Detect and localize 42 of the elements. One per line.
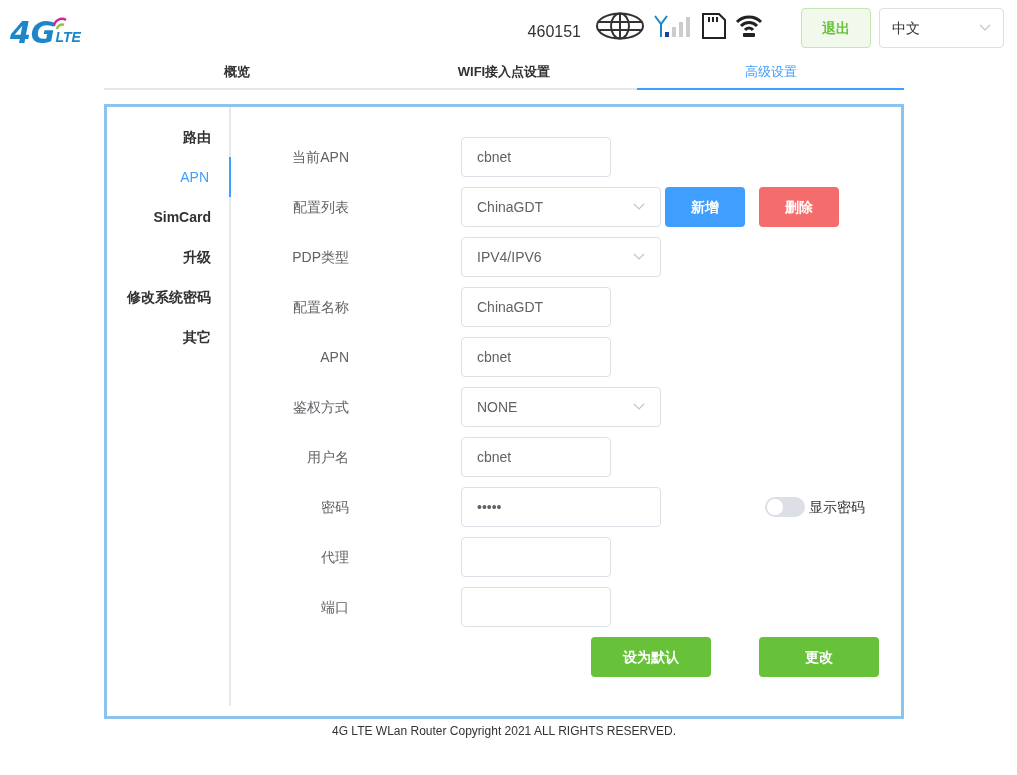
field-label: 代理 [320, 547, 349, 567]
tab[interactable]: 概览 [104, 56, 371, 90]
input-field[interactable]: cbnet [461, 437, 611, 477]
select-field[interactable]: NONE [461, 387, 661, 427]
field-label: 当前APN [291, 147, 349, 167]
sim-card-icon [701, 12, 727, 40]
input-field[interactable]: cbnet [461, 337, 611, 377]
logo-text: 4G [10, 18, 56, 48]
toggle-switch[interactable] [765, 497, 805, 517]
chevron-down-icon [633, 403, 645, 411]
operator-code: 460151 [527, 22, 581, 42]
chevron-down-icon [979, 24, 991, 32]
chevron-down-icon [633, 203, 645, 211]
input-field[interactable] [461, 587, 611, 627]
signal-icon [653, 14, 693, 38]
field-label: PDP类型 [291, 247, 349, 267]
sidebar-item[interactable]: 路由 [107, 117, 229, 157]
field-label: 配置名称 [292, 297, 349, 317]
field-label: 配置列表 [292, 197, 349, 217]
field-label: 密码 [320, 497, 349, 517]
field-label: 用户名 [306, 447, 349, 467]
globe-icon [595, 12, 645, 40]
sidebar-item[interactable]: 修改系统密码 [107, 277, 229, 317]
password-field[interactable]: ••••• [461, 487, 661, 527]
select-field[interactable]: ChinaGDT [461, 187, 661, 227]
copyright-text: 4G LTE WLan Router Copyright 2021 ALL RIGHTS RESERVED. [331, 723, 677, 740]
select-field[interactable]: IPV4/IPV6 [461, 237, 661, 277]
tab[interactable]: WIFI接入点设置 [370, 56, 638, 90]
input-field[interactable]: ChinaGDT [461, 287, 611, 327]
wifi-icon [735, 13, 763, 39]
input-field[interactable] [461, 537, 611, 577]
language-select[interactable]: 中文 [879, 8, 1004, 48]
field-label: APN [319, 347, 349, 367]
toggle-label: 显示密码 [809, 497, 865, 517]
sidebar-item[interactable]: 其它 [107, 317, 229, 357]
sidebar-item[interactable]: SimCard [107, 197, 229, 237]
chevron-down-icon [633, 253, 645, 261]
input-field[interactable]: cbnet [461, 137, 611, 177]
field-label: 鉴权方式 [292, 397, 349, 417]
field-label: 端口 [320, 597, 349, 617]
sidebar-item[interactable]: 升级 [107, 237, 229, 277]
logo-subtext: LTE [55, 29, 81, 47]
